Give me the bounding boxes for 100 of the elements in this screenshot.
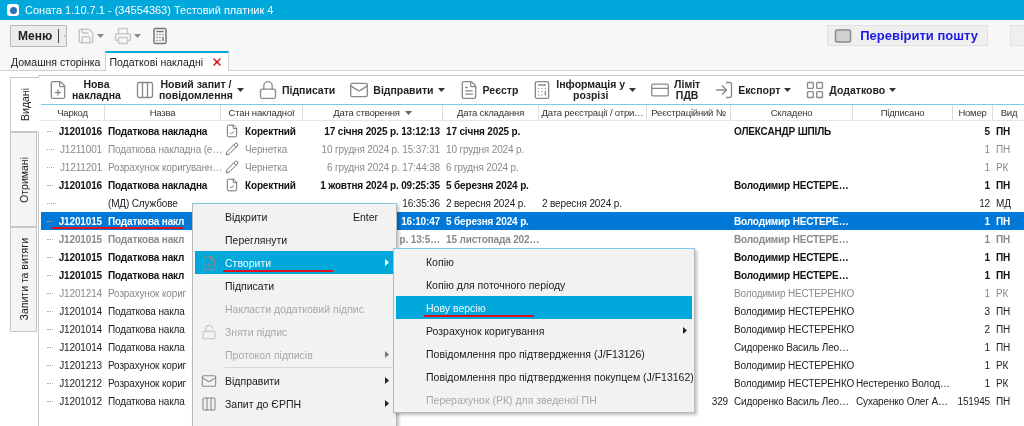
table-cell-text: РК: [995, 359, 1010, 371]
table-cell-text: J1201015: [57, 251, 103, 263]
toolbar-button[interactable]: Підписати: [254, 80, 339, 100]
table-cell-text: 2: [983, 323, 991, 335]
table-cell-text: Сидоренко Василь Лео…: [733, 395, 850, 407]
table-cell-text: J1211001: [59, 143, 103, 155]
toolbar-button[interactable]: Новий запит / повідомлення: [131, 79, 247, 101]
side-tab[interactable]: Видані: [10, 77, 39, 132]
table-cell-text: 151945: [956, 395, 991, 407]
menu-item[interactable]: Підписати: [195, 274, 394, 297]
menu-item[interactable]: Повідомлення про підтвердження (J/F13126): [396, 342, 692, 365]
calculator-icon[interactable]: [151, 26, 169, 45]
toolbar-button[interactable]: Експорт: [711, 80, 795, 100]
table-cell-text: 1: [983, 287, 991, 299]
table-cell-text: Розрахунок коригуванн…: [107, 161, 223, 173]
table-cell-text: Володимир НЕСТЕРЕНКО: [733, 287, 856, 299]
table-cell-text: 329: [710, 395, 729, 407]
column-header[interactable]: Стан накладної: [221, 105, 303, 120]
menu-item[interactable]: Відправити: [195, 369, 394, 392]
table-cell-text: Володимир НЕСТЕРЕНКО: [733, 377, 856, 389]
table-cell-text: J1211201: [59, 161, 103, 173]
table-cell-text: J1201214: [58, 287, 103, 299]
table-cell-text: РК: [995, 161, 1010, 173]
column-header[interactable]: Назва: [105, 105, 221, 120]
table-cell-text: Податкова накл: [107, 269, 186, 281]
table-cell-text: Податкова накла: [107, 305, 186, 317]
window-title: Соната 1.10.7.1 - (34554363) Тестовий платник 4: [25, 4, 274, 16]
table-cell-text: 3: [983, 305, 991, 317]
table-cell-text: Нестеренко Волод…: [855, 377, 951, 389]
table-cell-text: J1201016: [57, 125, 103, 137]
table-cell-text: Володимир НЕСТЕРЕНКО: [733, 323, 856, 335]
table-cell-text: 16:10:47: [400, 215, 441, 227]
check-mail-button[interactable]: Перевірити пошту: [827, 25, 988, 46]
menu-item[interactable]: Копію: [396, 250, 692, 273]
side-tab[interactable]: Запити та витяги: [10, 227, 37, 332]
table-cell-text: Податкова накла: [107, 395, 186, 407]
menu-item[interactable]: Розрахунок коригування: [396, 319, 692, 342]
table-cell-text: J1201015: [57, 215, 103, 227]
table-cell-text: 15 листопада 202…: [445, 233, 541, 245]
pencil-icon: [225, 160, 239, 174]
menu-item[interactable]: Переглянути: [195, 228, 394, 251]
table-cell-text: 17 січня 2025 р.: [445, 125, 522, 137]
toolbar-button[interactable]: Нова накладна: [45, 79, 124, 101]
document-check-icon: [225, 124, 239, 138]
tab[interactable]: Домашня сторінка: [8, 53, 106, 71]
menu-item[interactable]: Повідомлення про підтвердження покупцем (J/F13162): [396, 365, 692, 388]
table-cell-text: J1201014: [58, 305, 103, 317]
table-cell-text: 1: [983, 377, 991, 389]
table-cell-text: Розрахунок кориг: [107, 377, 188, 389]
column-header[interactable]: Вид: [993, 105, 1024, 120]
menu-item[interactable]: Копію для поточного періоду: [396, 273, 692, 296]
table-cell-text: 6 грудня 2024 р.: [445, 161, 520, 173]
column-header[interactable]: Підписано: [853, 105, 953, 120]
export-icon: [714, 80, 735, 100]
lock-icon: [257, 80, 278, 100]
toolbar-button[interactable]: Інформація у розрізі: [529, 79, 640, 101]
table-cell-text: ПН: [995, 125, 1012, 137]
document-check-icon: [225, 178, 239, 192]
table-cell-text: J1201014: [58, 323, 103, 335]
column-header[interactable]: Реєстраційний №: [647, 105, 731, 120]
table-cell-text: 10 грудня 2024 р. 15:37:31: [320, 143, 441, 155]
columns-icon: [134, 80, 155, 100]
close-icon[interactable]: [211, 56, 224, 68]
table-cell-text: ПН: [995, 269, 1012, 281]
printer-icon[interactable]: [114, 26, 141, 45]
column-header[interactable]: Складено: [731, 105, 853, 120]
table-cell-text: 16:35:36: [401, 197, 441, 209]
column-header[interactable]: Дата складання: [443, 105, 539, 120]
table-cell-text: 5: [983, 125, 991, 137]
side-tab[interactable]: Отримані: [10, 132, 37, 227]
toolbar-button[interactable]: Ліміт ПДВ: [647, 79, 704, 101]
table-cell-text: Володимир НЕСТЕРЕНКО: [733, 305, 856, 317]
table-cell-text: ПН: [995, 233, 1012, 245]
column-header[interactable]: Номер: [953, 105, 993, 120]
table-cell-text: Чернетка: [244, 161, 289, 173]
table-cell-text: Податкова накладна: [107, 179, 209, 191]
table-cell-text: р. 13:5…: [398, 233, 441, 245]
table-cell-text: Сухаренко Олег А…: [855, 395, 949, 407]
table-cell-text: 1: [983, 161, 991, 173]
grid-icon: [805, 80, 826, 100]
column-header[interactable]: Чаркод: [41, 105, 105, 120]
table-cell-text: ПН: [995, 305, 1012, 317]
column-header[interactable]: Дата створення: [303, 105, 443, 120]
toolbar-button[interactable]: Додатково: [802, 80, 900, 100]
caret-icon: [134, 33, 141, 38]
table-cell-text: Володимир НЕСТЕРЕ…: [733, 233, 850, 245]
toolbar-button[interactable]: Реєстр: [455, 80, 522, 100]
table-cell-text: ПН: [995, 341, 1012, 353]
menu-button[interactable]: Меню: [10, 24, 67, 47]
table-cell-text: ПН: [995, 143, 1012, 155]
menu-item[interactable]: Запит до ЄРПН: [195, 392, 394, 415]
table-cell-text: Володимир НЕСТЕРЕ…: [733, 215, 850, 227]
column-header[interactable]: Дата реєстрації / отри…: [539, 105, 647, 120]
table-cell-text: Податкова накла: [107, 341, 186, 353]
toolbar-button[interactable]: Відправити: [346, 80, 448, 100]
table-cell-text: ОЛЕКСАНДР ШПІЛЬ: [733, 125, 833, 137]
save-icon[interactable]: [77, 26, 104, 45]
tab[interactable]: Податкові накладні: [105, 51, 230, 71]
table-cell-text: 5 березня 2024 р.: [445, 215, 530, 227]
table-cell-text: 2 вересня 2024 р.: [445, 197, 527, 209]
